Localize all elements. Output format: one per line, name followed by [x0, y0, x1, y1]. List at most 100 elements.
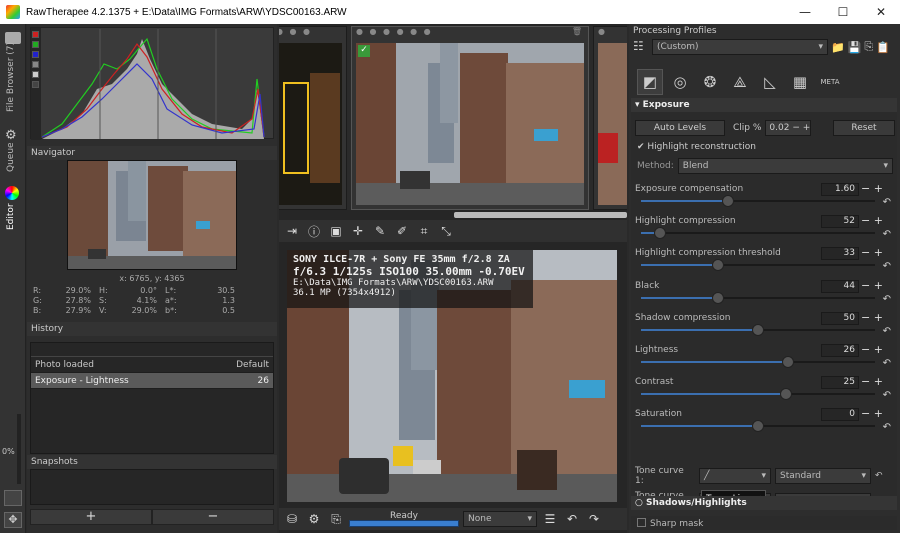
undo-icon[interactable]: ↶ — [563, 510, 581, 528]
add-snapshot-button[interactable]: + — [30, 509, 152, 525]
slider-knob[interactable] — [712, 291, 725, 304]
param-value[interactable]: 33 — [821, 247, 859, 261]
auto-levels-button[interactable]: Auto Levels — [635, 120, 725, 136]
reset-icon[interactable]: ↶ — [883, 197, 891, 208]
chroma-toggle[interactable] — [32, 71, 39, 78]
hand-tool-icon[interactable]: ✛ — [349, 222, 367, 240]
save-profile-icon[interactable]: 💾 — [848, 41, 862, 54]
color-wheel-icon[interactable] — [5, 186, 19, 200]
checkmark-icon[interactable]: ✓ — [358, 45, 370, 57]
slider-knob[interactable] — [752, 323, 764, 336]
shadows-highlights-header[interactable]: ○ Shadows/Highlights — [631, 496, 897, 510]
save-icon[interactable]: ⛁ — [283, 510, 301, 528]
exposure-header[interactable]: ▾ Exposure — [631, 98, 897, 112]
reset-icon[interactable]: ↶ — [883, 422, 891, 433]
reset-icon[interactable]: ↶ — [883, 229, 891, 240]
remove-snapshot-button[interactable]: − — [152, 509, 274, 525]
minimize-button[interactable]: — — [786, 0, 824, 24]
rank-dots[interactable]: ● ● ● ● ● ● — [356, 27, 433, 41]
param-slider[interactable] — [641, 259, 875, 272]
tone-curve-1-button[interactable]: ╱ ▾ — [699, 468, 771, 484]
param-slider[interactable] — [641, 227, 875, 240]
filmstrip-thumb[interactable]: ● — [593, 26, 627, 210]
meta-tab-icon[interactable]: META — [817, 69, 843, 95]
slider-knob[interactable] — [782, 356, 795, 368]
maximize-button[interactable]: ☐ — [824, 0, 862, 24]
info-icon[interactable]: ⓘ — [305, 222, 323, 240]
param-stepper[interactable]: − + — [861, 183, 891, 194]
filmstrip-thumb[interactable]: ● ● ● — [279, 26, 347, 210]
trash-icon[interactable]: 🗑 — [572, 27, 584, 41]
rank-dots[interactable]: ● ● ● — [279, 27, 312, 41]
slider-knob[interactable] — [653, 227, 666, 240]
filter-icon[interactable]: ☰ — [541, 510, 559, 528]
exposure-tab-icon[interactable]: ◩ — [637, 69, 663, 95]
histogram-toggle-icon[interactable] — [4, 490, 22, 506]
reset-icon[interactable]: ↶ — [883, 294, 891, 305]
reset-icon[interactable]: ↶ — [883, 326, 891, 337]
queue-icon[interactable]: ⚙ — [305, 510, 323, 528]
filmstrip-thumb-selected[interactable]: ● ● ● ● ● ● 🗑 ✓ — [351, 26, 589, 210]
slider-knob[interactable] — [752, 420, 764, 433]
detail-tab-icon[interactable]: ◎ — [667, 69, 693, 95]
reset-icon[interactable]: ↶ — [875, 471, 883, 481]
green-channel-toggle[interactable] — [32, 41, 39, 48]
profile-combo[interactable]: (Custom) ▾ — [652, 39, 828, 55]
advanced-tab-icon[interactable]: ⟁ — [727, 69, 753, 95]
param-stepper[interactable]: − + — [861, 312, 891, 323]
open-profile-icon[interactable]: 📁 — [831, 41, 845, 54]
param-slider[interactable] — [641, 323, 875, 336]
straighten-icon[interactable]: ⤡ — [437, 222, 455, 240]
luminance-toggle[interactable] — [32, 61, 39, 68]
slider-knob[interactable] — [721, 195, 734, 207]
param-value[interactable]: 52 — [821, 215, 859, 229]
zoom-slider[interactable] — [17, 414, 21, 484]
preview-mode-combo[interactable]: None ▾ — [463, 511, 537, 527]
param-slider[interactable] — [641, 420, 875, 433]
param-slider[interactable] — [641, 356, 875, 368]
fullscreen-icon[interactable]: ✥ — [4, 512, 22, 528]
param-stepper[interactable]: − + — [861, 280, 891, 291]
param-value[interactable]: 1.60 — [821, 183, 859, 196]
reset-icon[interactable]: ↶ — [883, 390, 891, 401]
param-value[interactable]: 26 — [821, 344, 859, 357]
param-stepper[interactable]: − + — [861, 247, 891, 258]
param-stepper[interactable]: − + — [861, 408, 891, 419]
sharp-mask-row[interactable]: Sharp mask — [631, 516, 897, 530]
param-slider[interactable] — [641, 291, 875, 304]
paste-profile-icon[interactable]: 📋 — [876, 41, 890, 54]
raw-tab-icon[interactable]: ▦ — [787, 69, 813, 95]
slider-knob[interactable] — [712, 259, 725, 272]
param-slider[interactable] — [641, 388, 875, 401]
blue-channel-toggle[interactable] — [32, 51, 39, 58]
param-slider[interactable] — [641, 195, 875, 207]
reset-button[interactable]: Reset — [833, 120, 895, 136]
reset-icon[interactable]: ↶ — [883, 358, 891, 369]
transform-tab-icon[interactable]: ◺ — [757, 69, 783, 95]
param-stepper[interactable]: − + — [861, 376, 891, 387]
filmstrip-scrollbar[interactable] — [454, 212, 627, 218]
history-row[interactable]: Photo loaded Default — [31, 357, 273, 373]
sharp-mask-checkbox[interactable] — [637, 518, 646, 527]
tone-curve-1-type[interactable]: Standard ▾ — [775, 468, 871, 484]
history-row-selected[interactable]: Exposure - Lightness 26 — [31, 373, 273, 389]
redo-icon[interactable]: ↷ — [585, 510, 603, 528]
param-value[interactable]: 25 — [821, 376, 859, 390]
color-picker-icon[interactable]: ✐ — [393, 222, 411, 240]
reset-icon[interactable]: ↶ — [883, 261, 891, 272]
close-button[interactable]: ✕ — [862, 0, 900, 24]
crop-icon[interactable]: ⌗ — [415, 222, 433, 240]
hide-panel-icon[interactable]: ⇥ — [283, 222, 301, 240]
rank-dots[interactable]: ● — [598, 27, 607, 41]
red-channel-toggle[interactable] — [32, 31, 39, 38]
param-stepper[interactable]: − + — [861, 215, 891, 226]
navigator-thumbnail[interactable] — [67, 160, 237, 270]
gear-icon[interactable]: ⚙ — [5, 128, 19, 143]
list-icon[interactable]: ☷ — [633, 39, 649, 55]
param-value[interactable]: 44 — [821, 279, 859, 293]
histogram-channel-toggles[interactable] — [31, 28, 41, 140]
raw-toggle[interactable] — [32, 81, 39, 88]
color-tab-icon[interactable]: ❂ — [697, 69, 723, 95]
highlight-recon-checkbox[interactable]: ✔ Highlight reconstruction — [637, 142, 756, 152]
method-combo[interactable]: Blend ▾ — [677, 158, 893, 174]
